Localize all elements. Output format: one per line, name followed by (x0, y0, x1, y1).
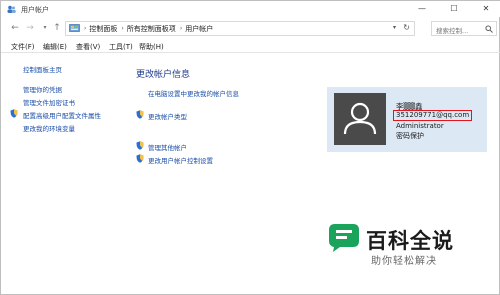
recent-locations-button[interactable]: ▾ (39, 22, 51, 34)
pc-settings-link[interactable]: 在电脑设置中更改我的帐户信息 (148, 88, 239, 98)
page-title: 更改帐户信息 (136, 70, 191, 80)
left-pane: 控制面板主页 管理你的凭据 管理文件加密证书 配置高级用户配置文件属性 更改我的… (1, 54, 126, 295)
account-role: Administrator (396, 122, 444, 130)
breadcrumb-separator: › (121, 25, 124, 32)
address-bar[interactable]: › 控制面板 › 所有控制面板项 › 用户帐户 ▾ ↻ (65, 21, 415, 36)
window-title: 用户帐户 (21, 6, 49, 14)
breadcrumb-user-accounts[interactable]: 用户帐户 (185, 24, 213, 34)
refresh-button[interactable]: ↻ (403, 23, 410, 32)
address-dropdown-button[interactable]: ▾ (393, 24, 396, 31)
control-panel-icon (69, 24, 80, 32)
user-silhouette-icon (343, 102, 377, 135)
user-accounts-window: 用户帐户 — ☐ ✕ ← → ▾ ↑ › 控制面板 › 所有控制面板项 › 用户… (0, 0, 500, 295)
change-uac-settings-link[interactable]: 更改用户帐户控制设置 (148, 155, 213, 165)
menu-file[interactable]: 文件(F) (11, 42, 35, 52)
watermark-subtitle: 助你轻松解决 (371, 256, 437, 267)
breadcrumb-all-items[interactable]: 所有控制面板项 (127, 24, 176, 34)
uac-shield-icon (136, 110, 144, 119)
password-status: 密码保护 (396, 132, 424, 140)
watermark-title: 百科全说 (366, 229, 454, 253)
up-button[interactable]: ↑ (51, 22, 63, 34)
uac-shield-icon (136, 141, 144, 150)
search-placeholder: 搜索控制... (436, 27, 469, 35)
menu-help[interactable]: 帮助(H) (139, 42, 164, 52)
close-button[interactable]: ✕ (473, 1, 499, 17)
user-accounts-icon (7, 5, 16, 13)
forward-button[interactable]: → (24, 22, 36, 34)
avatar[interactable] (334, 93, 386, 145)
menu-view[interactable]: 查看(V) (76, 42, 100, 52)
manage-credentials-link[interactable]: 管理你的凭据 (23, 84, 62, 94)
breadcrumb-control-panel[interactable]: 控制面板 (89, 24, 117, 34)
title-bar: 用户帐户 — ☐ ✕ (1, 1, 500, 17)
uac-shield-icon (10, 109, 18, 118)
minimize-button[interactable]: — (409, 1, 435, 17)
breadcrumb-separator: › (84, 25, 87, 32)
uac-shield-icon (136, 154, 144, 163)
back-button[interactable]: ← (9, 22, 21, 34)
change-environment-variables-link[interactable]: 更改我的环境变量 (23, 123, 75, 133)
maximize-button[interactable]: ☐ (441, 1, 467, 17)
manage-file-encryption-link[interactable]: 管理文件加密证书 (23, 97, 75, 107)
manage-other-accounts-link[interactable]: 管理其他帐户 (148, 142, 187, 152)
advanced-profile-properties-link[interactable]: 配置高级用户配置文件属性 (23, 110, 101, 120)
change-account-type-link[interactable]: 更改帐户类型 (148, 111, 187, 121)
navigation-bar: ← → ▾ ↑ › 控制面板 › 所有控制面板项 › 用户帐户 ▾ ↻ 搜索控制… (1, 18, 500, 39)
search-icon (485, 25, 493, 33)
account-email: 351209771@qq.com (393, 110, 473, 121)
search-input[interactable]: 搜索控制... (431, 21, 497, 36)
control-panel-home-link[interactable]: 控制面板主页 (23, 64, 62, 74)
menu-bar: 文件(F) 编辑(E) 查看(V) 工具(T) 帮助(H) (1, 40, 500, 53)
menu-edit[interactable]: 编辑(E) (43, 42, 67, 52)
menu-tools[interactable]: 工具(T) (109, 42, 133, 52)
breadcrumb-separator: › (179, 25, 183, 32)
baike-logo-icon (329, 224, 359, 252)
